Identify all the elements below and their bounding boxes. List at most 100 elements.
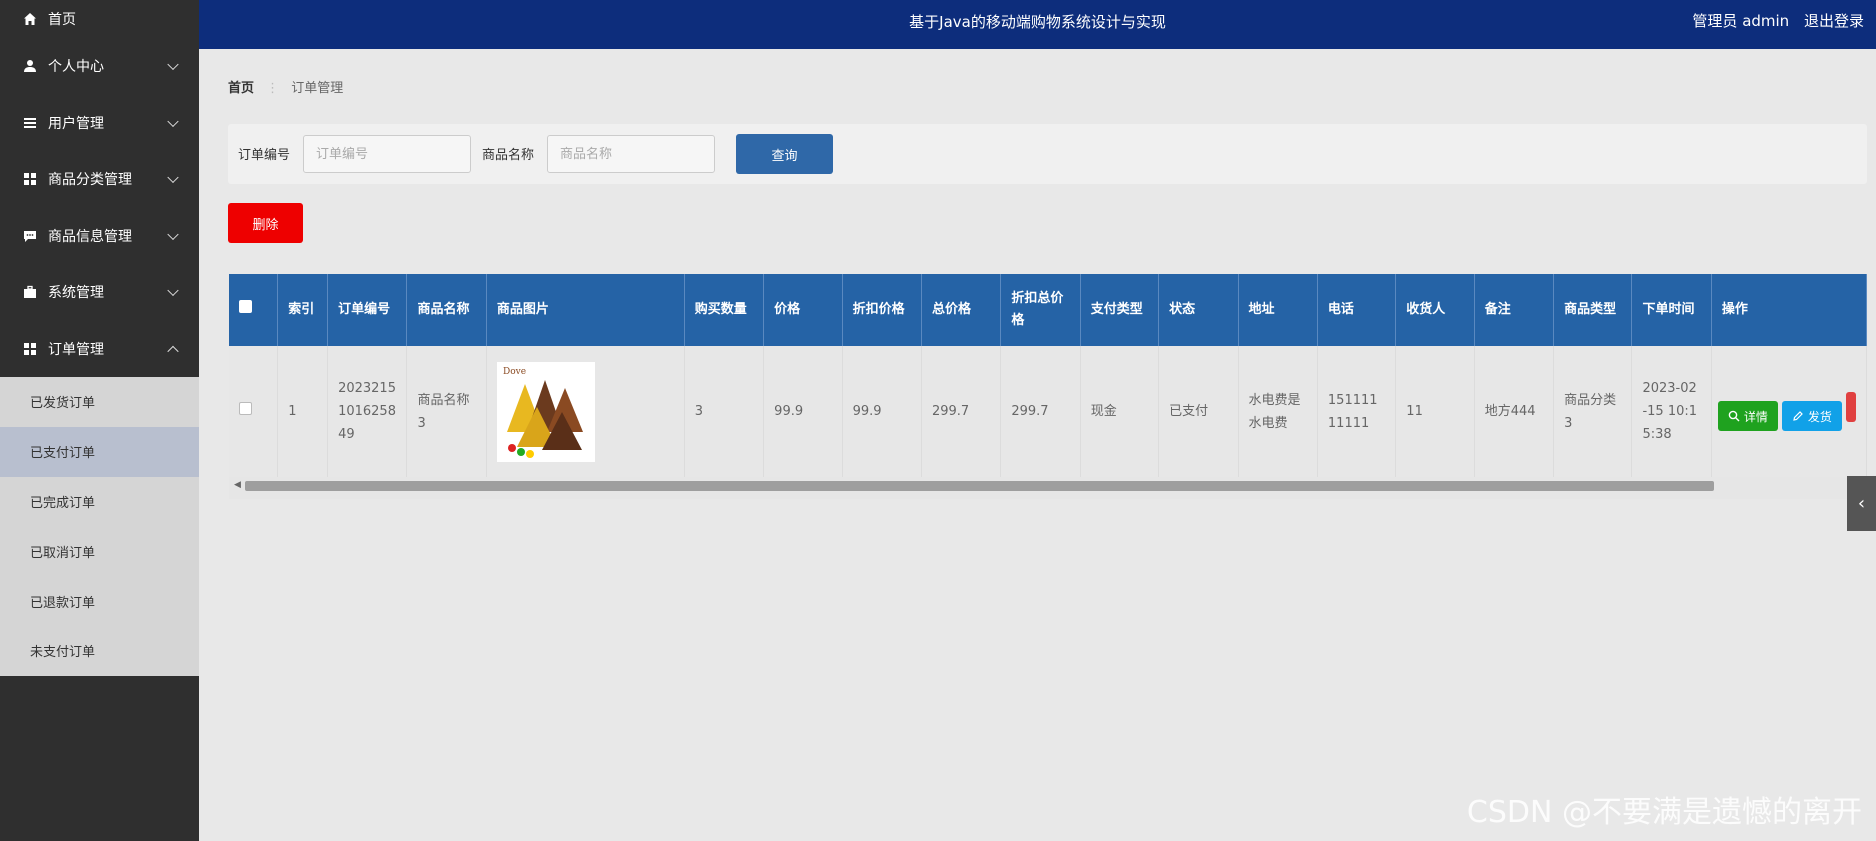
sidebar-item-label: 用户管理: [48, 115, 104, 132]
detail-label: 详情: [1743, 409, 1768, 424]
order-no-input[interactable]: [303, 135, 471, 173]
user-area: 管理员 admin 退出登录: [1682, 10, 1864, 31]
grid-icon: [22, 341, 38, 357]
sidebar-subitem-unpaid[interactable]: 未支付订单: [0, 626, 199, 676]
search-bar: 订单编号 商品名称 查询: [228, 124, 1867, 184]
chevron-down-icon: [167, 228, 179, 240]
home-icon: [22, 11, 38, 27]
sidebar-item-label: 个人中心: [48, 59, 104, 76]
column-header: 支付类型: [1080, 274, 1160, 346]
chevron-down-icon: [167, 115, 179, 127]
column-header: 地址: [1238, 274, 1318, 346]
sidebar-item-label: 系统管理: [48, 285, 104, 302]
column-header: 下单时间: [1631, 274, 1712, 346]
top-header: 基于Java的移动端购物系统设计与实现 管理员 admin 退出登录: [199, 0, 1876, 49]
column-header: 操作: [1711, 274, 1867, 346]
cell-total-price: 299.7: [921, 346, 1002, 477]
row-checkbox[interactable]: [239, 402, 252, 415]
cell-product-name: 商品名称3: [406, 346, 487, 477]
chat-icon: [22, 228, 38, 244]
sidebar: 首页 个人中心 用户管理 商品分类管理 商品信息管理 系统管理 订单管理 已发货…: [0, 0, 199, 841]
side-panel-toggle[interactable]: ‹: [1847, 476, 1876, 531]
sidebar-item-label: 首页: [48, 12, 76, 28]
sidebar-subitem-shipped[interactable]: 已发货订单: [0, 377, 199, 427]
ship-button[interactable]: 发货: [1781, 401, 1842, 431]
cell-category: 商品分类3: [1553, 346, 1633, 477]
cell-order-time: 2023-02-15 10:15:38: [1631, 346, 1712, 477]
row-select-cell: [229, 346, 279, 477]
chevron-down-icon: [167, 171, 179, 184]
sidebar-item-product-management[interactable]: 商品信息管理: [0, 208, 199, 265]
sidebar-subitem-completed[interactable]: 已完成订单: [0, 477, 199, 527]
cell-index: 1: [277, 346, 329, 477]
column-header: 价格: [763, 274, 843, 346]
cell-price: 99.9: [763, 346, 843, 477]
column-header: 商品名称: [406, 274, 487, 346]
column-header: 状态: [1158, 274, 1239, 346]
sidebar-item-home[interactable]: 首页: [0, 0, 199, 38]
chevron-left-icon: ‹: [1857, 493, 1866, 514]
cell-pay-type: 现金: [1080, 346, 1160, 477]
edit-icon: [1793, 411, 1803, 421]
cell-actions: 详情 发货: [1711, 346, 1867, 477]
app-title: 基于Java的移动端购物系统设计与实现: [909, 13, 1166, 31]
order-no-label: 订单编号: [238, 148, 291, 163]
product-image-logo: Dove: [503, 367, 526, 377]
cell-order-no: 20232151016258 49: [327, 346, 408, 477]
sidebar-item-system-management[interactable]: 系统管理: [0, 264, 199, 321]
sidebar-subitem-paid[interactable]: 已支付订单: [0, 426, 199, 477]
main-content: 首页 ⋮ 订单管理 订单编号 商品名称 查询 删除 索引 订单编号 商品名称 商…: [199, 49, 1876, 841]
scroll-left-icon[interactable]: ◀: [234, 480, 241, 490]
column-header: 购买数量: [684, 274, 765, 346]
detail-button[interactable]: 详情: [1717, 401, 1778, 431]
product-name-label: 商品名称: [482, 148, 535, 163]
column-header: 索引: [277, 274, 329, 346]
delete-button[interactable]: 删除: [228, 203, 303, 243]
breadcrumb-current: 订单管理: [291, 81, 344, 96]
sidebar-item-category-management[interactable]: 商品分类管理: [0, 151, 199, 208]
person-icon: [22, 58, 38, 74]
query-button[interactable]: 查询: [736, 134, 833, 174]
column-header: 商品类型: [1553, 274, 1633, 346]
user-label: 管理员 admin: [1692, 12, 1790, 30]
column-header: 总价格: [921, 274, 1002, 346]
product-name-input[interactable]: [547, 135, 715, 173]
order-table: 索引 订单编号 商品名称 商品图片 购买数量 价格 折扣价格 总价格 折扣总价格…: [229, 274, 1867, 477]
horizontal-scrollbar[interactable]: ◀ ▶: [229, 477, 1867, 493]
order-table-wrap: 索引 订单编号 商品名称 商品图片 购买数量 价格 折扣价格 总价格 折扣总价格…: [229, 274, 1867, 499]
sidebar-item-label: 商品分类管理: [48, 172, 132, 189]
sidebar-subitem-refunded[interactable]: 已退款订单: [0, 576, 199, 626]
watermark: CSDN @不要满是遗憾的离开: [1466, 795, 1862, 830]
column-header: 订单编号: [327, 274, 408, 346]
cell-status: 已支付: [1158, 346, 1239, 477]
column-header: 备注: [1474, 274, 1555, 346]
scrollbar-thumb[interactable]: [245, 481, 1714, 491]
sidebar-item-personal-center[interactable]: 个人中心: [0, 38, 199, 95]
sidebar-subitem-cancelled[interactable]: 已取消订单: [0, 526, 199, 576]
sidebar-item-user-management[interactable]: 用户管理: [0, 95, 199, 152]
sidebar-item-order-management[interactable]: 订单管理: [0, 321, 199, 378]
logout-link[interactable]: 退出登录: [1804, 12, 1864, 30]
cell-product-image: Dove: [486, 346, 685, 477]
breadcrumb: 首页 ⋮ 订单管理: [228, 77, 343, 96]
briefcase-icon: [22, 284, 38, 300]
breadcrumb-separator: ⋮: [266, 81, 280, 96]
cell-discount-price: 99.9: [842, 346, 922, 477]
select-all-cell: [229, 274, 279, 346]
grid-icon: [22, 171, 38, 187]
cell-quantity: 3: [684, 346, 765, 477]
cell-address: 水电费是水电费: [1238, 346, 1318, 477]
list-icon: [22, 115, 38, 131]
column-header: 折扣价格: [842, 274, 922, 346]
column-header: 商品图片: [486, 274, 685, 346]
cell-remark: 地方444: [1474, 346, 1555, 477]
select-all-checkbox[interactable]: [239, 300, 252, 313]
breadcrumb-home[interactable]: 首页: [228, 81, 254, 96]
ship-label: 发货: [1807, 409, 1832, 424]
column-header: 电话: [1317, 274, 1397, 346]
delete-row-button[interactable]: [1845, 392, 1856, 422]
search-icon: [1728, 410, 1740, 422]
chevron-down-icon: [167, 58, 179, 71]
table-row: 1 20232151016258 49 商品名称3 Dove 3 99.9 99…: [229, 346, 1867, 477]
cell-discount-total: 299.7: [1000, 346, 1081, 477]
